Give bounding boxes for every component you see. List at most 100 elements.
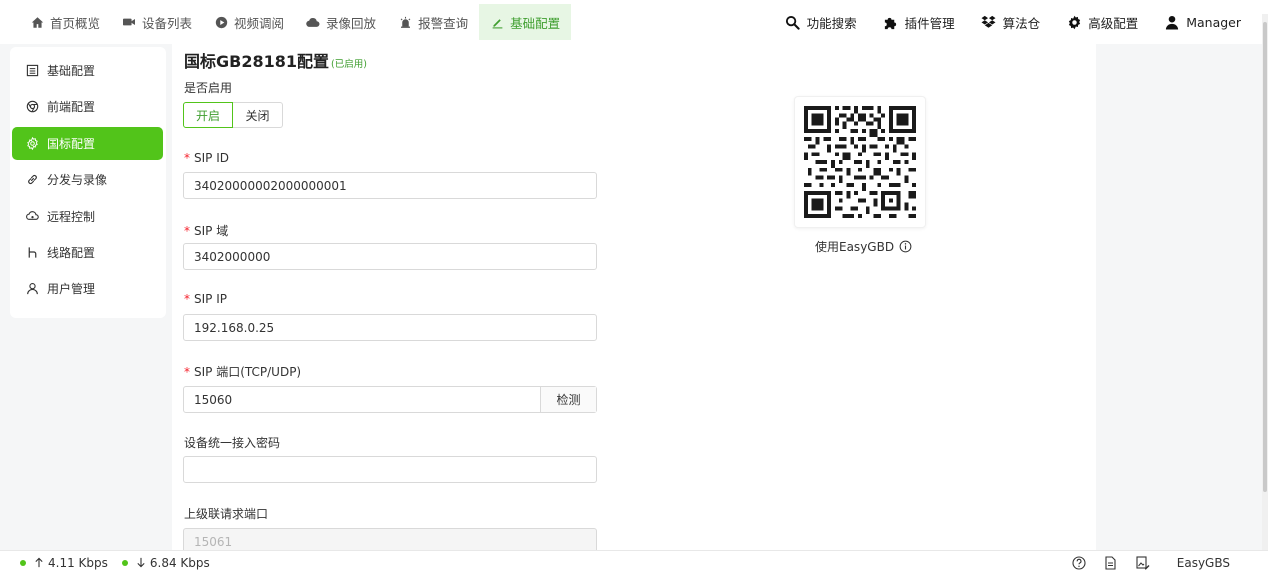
nav-item-algorithms[interactable]: 算法仓 [968,4,1054,40]
puzzle-icon [883,14,899,30]
page-title-text: 国标GB28181配置 [184,52,329,71]
sidebar-item-gb-config[interactable]: 国标配置 [12,126,163,160]
sip-port-value: 15060 [194,392,233,407]
route-icon [25,245,39,259]
sip-id-label: * SIP ID [184,151,229,165]
download-rate-value: 6.84 Kbps [149,555,210,570]
sidebar-item-users[interactable]: 用户管理 [12,272,163,305]
sip-domain-value: 3402000000 [194,249,271,264]
device-password-input[interactable] [183,456,597,483]
nav-label: 高级配置 [1088,15,1139,31]
nav-left-group: 首页概览 设备列表 视频调阅 录像回放 报警查询 基础配置 [0,0,572,44]
nav-label: 基础配置 [510,15,561,31]
user-icon [25,282,39,296]
status-dot [20,559,26,566]
nav-label: 插件管理 [904,15,955,31]
cloud-icon [25,209,39,223]
list-icon [25,64,39,78]
search-icon [785,14,801,30]
arrow-down-icon [136,557,146,568]
enable-off-button[interactable]: 关闭 [233,102,283,128]
cloud-icon [306,15,320,29]
sidebar-item-label: 线路配置 [47,245,96,260]
sidebar-item-remote[interactable]: 远程控制 [12,200,163,233]
sip-port-input[interactable]: 15060 检测 [183,386,597,413]
sidebar-item-label: 分发与录像 [47,173,108,188]
nav-label: 功能搜索 [806,15,857,31]
qr-code-image [804,106,916,218]
help-icon[interactable] [1071,555,1087,571]
nav-label: 录像回放 [326,15,377,31]
sidebar-item-basic[interactable]: 基础配置 [12,54,163,87]
play-circle-icon [214,15,228,29]
sip-ip-label-text: SIP IP [194,292,227,306]
page-title: 国标GB28181配置 (已启用) [184,48,367,72]
nav-item-playback[interactable]: 录像回放 [295,4,387,40]
password-label: 设备统一接入密码 [184,436,281,450]
required-mark: * [184,224,190,238]
sip-id-value: 34020000002000000001 [194,178,347,193]
document-icon[interactable] [1103,555,1119,571]
enable-toggle: 开启 关闭 [183,102,283,128]
user-icon [1164,14,1180,30]
sidebar-item-label: 远程控制 [47,209,96,224]
edit-icon [490,15,504,29]
sidebar: 基础配置 前端配置 国标配置 分发与录像 远程控制 线路配置 用户管理 [10,47,166,318]
nav-item-video[interactable]: 视频调阅 [203,4,295,40]
home-icon [30,15,44,29]
nav-item-user[interactable]: Manager [1151,4,1254,40]
sidebar-item-label: 用户管理 [47,282,96,297]
nav-item-plugins[interactable]: 插件管理 [870,4,968,40]
enable-on-button[interactable]: 开启 [183,102,233,128]
chrome-icon [25,100,39,114]
cascade-port-input: 15061 [183,528,597,550]
brand-name: EasyGBS [1176,555,1230,570]
nav-right-group: 功能搜索 插件管理 算法仓 高级配置 Manager [772,0,1268,44]
required-mark: * [184,151,190,165]
sip-ip-label: * SIP IP [184,292,227,306]
nav-label: 算法仓 [1002,15,1041,31]
sip-id-input[interactable]: 34020000002000000001 [183,172,597,199]
sip-ip-value: 192.168.0.25 [194,320,275,335]
nav-label: Manager [1186,14,1241,30]
qr-caption: 使用EasyGBD [815,238,912,255]
cascade-port-value: 15061 [194,534,233,549]
enable-label: 是否启用 [184,81,233,95]
status-bar: 4.11 Kbps 6.84 Kbps EasyGBS [0,550,1268,574]
top-navigation: 首页概览 设备列表 视频调阅 录像回放 报警查询 基础配置 功能搜索 插件管理 … [0,0,1268,44]
link-icon [25,173,39,187]
cascade-port-label: 上级联请求端口 [184,507,269,521]
nav-item-devices[interactable]: 设备列表 [111,4,203,40]
qr-code-card [794,96,926,228]
nav-label: 首页概览 [50,15,101,31]
upload-rate-value: 4.11 Kbps [48,555,108,570]
nav-item-basic-config[interactable]: 基础配置 [479,4,572,40]
nav-item-advanced[interactable]: 高级配置 [1053,4,1151,40]
sidebar-item-route[interactable]: 线路配置 [12,236,163,269]
sip-domain-input[interactable]: 3402000000 [183,243,597,270]
sip-port-label: * SIP 端口(TCP/UDP) [184,363,301,380]
video-camera-icon [122,15,136,29]
sidebar-item-distribution[interactable]: 分发与录像 [12,163,163,196]
sidebar-item-frontend[interactable]: 前端配置 [12,90,163,123]
status-badge: (已启用) [331,59,367,70]
required-mark: * [184,365,190,379]
arrow-up-icon [34,557,44,568]
info-icon[interactable] [899,240,912,253]
required-mark: * [184,292,190,306]
sidebar-item-label: 国标配置 [47,136,96,151]
sip-port-label-text: SIP 端口(TCP/UDP) [194,365,302,379]
sip-ip-input[interactable]: 192.168.0.25 [183,314,597,341]
nav-item-overview[interactable]: 首页概览 [20,4,111,40]
upload-rate: 4.11 Kbps [20,556,108,570]
gear-icon [1066,14,1082,30]
scrollbar-thumb[interactable] [1263,22,1267,492]
nav-item-alarm[interactable]: 报警查询 [387,4,479,40]
nav-label: 报警查询 [418,15,469,31]
image-edit-icon[interactable] [1135,555,1151,571]
alarm-icon [398,15,412,29]
sidebar-item-label: 前端配置 [47,100,96,115]
nav-item-search[interactable]: 功能搜索 [772,4,870,40]
sip-domain-label-text: SIP 域 [194,224,229,238]
check-port-button[interactable]: 检测 [540,387,596,412]
